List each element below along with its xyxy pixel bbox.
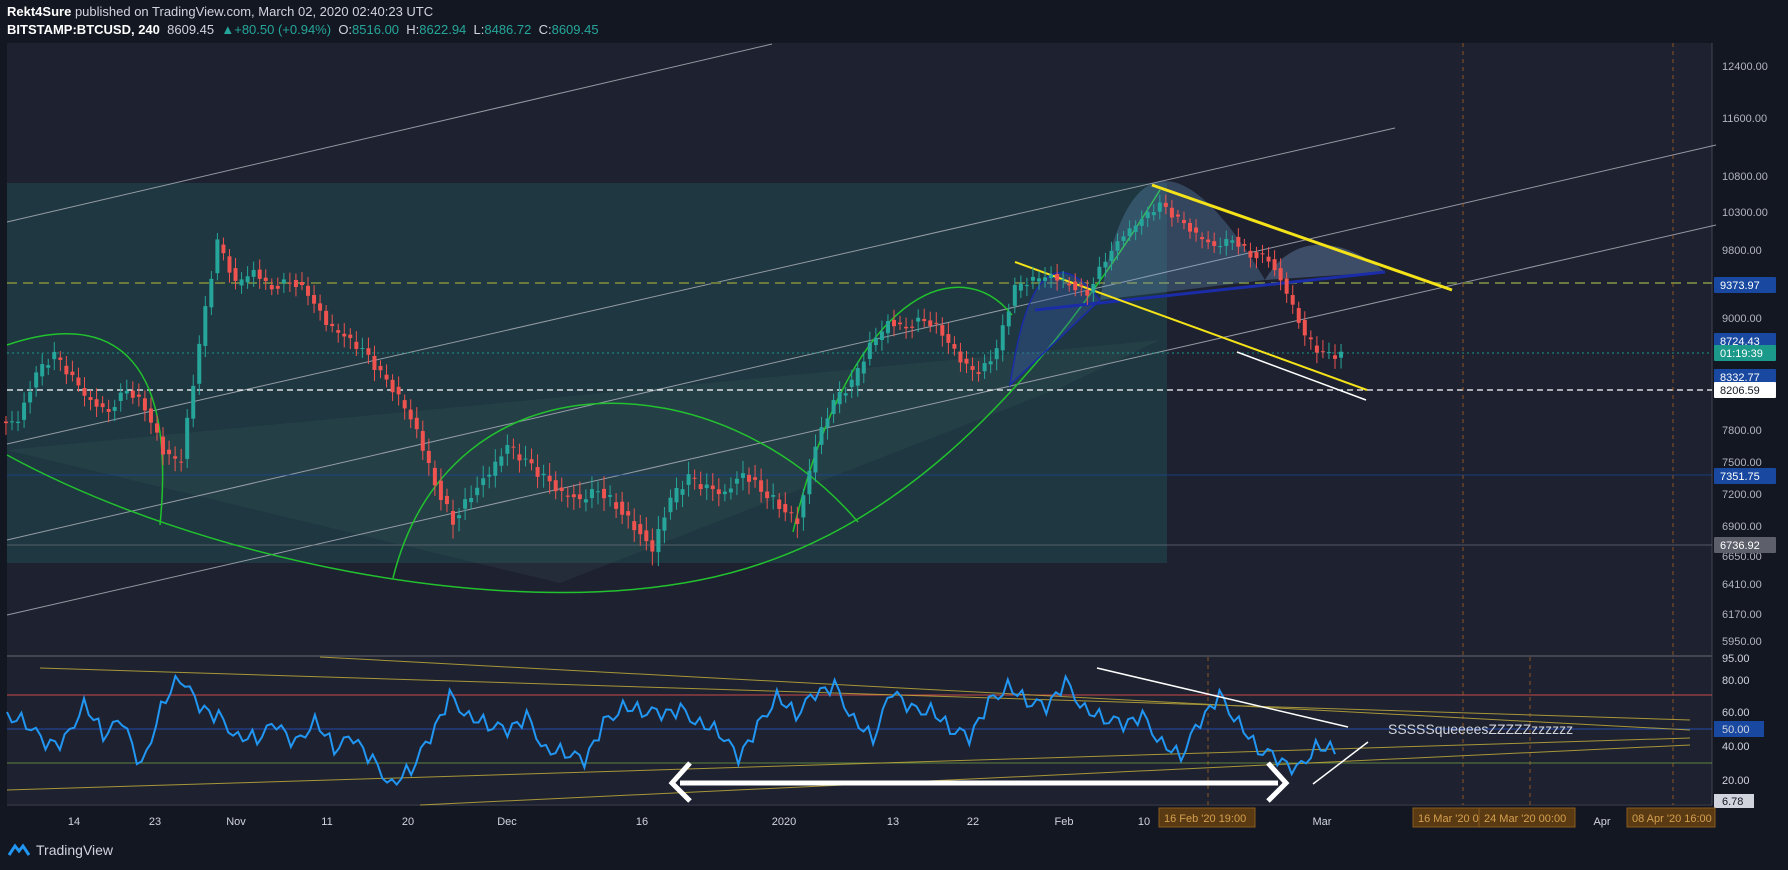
time-badge-text: 08 Apr '20 16:00 [1632, 813, 1712, 825]
price-tick-label: 7500.00 [1722, 457, 1762, 469]
price-tick-label: 11600.00 [1722, 113, 1767, 125]
price-axis[interactable]: 12400.00 11600.00 10800.00 10300.00 9800.00 9… [1714, 61, 1776, 648]
price-label-blue: 9373.97 [1714, 277, 1776, 293]
time-badges: 16 Feb '20 19:00 16 Mar '20 00:0024 Mar '… [1158, 807, 1716, 828]
time-tick-label: 22 [967, 816, 979, 828]
time-badge: 16 Feb '20 19:00 [1158, 807, 1256, 828]
time-badge-text: 24 Mar '20 00:00 [1484, 813, 1566, 825]
time-tick-label: 16 [636, 816, 648, 828]
price-label-text: 6736.92 [1720, 540, 1760, 552]
time-tick-label: 20 [402, 816, 414, 828]
rsi-tick-label: 6.78 [1722, 796, 1743, 808]
price-label-text: 01:19:39 [1720, 348, 1763, 360]
price-label-white: 8206.59 [1714, 382, 1776, 398]
price-label-blue: 7351.75 [1714, 468, 1776, 484]
rsi-tick-label: 95.00 [1722, 653, 1750, 665]
time-tick-label: 10 [1138, 816, 1150, 828]
price-tick-label: 10800.00 [1722, 171, 1768, 183]
time-tick-label: Apr [1593, 816, 1610, 828]
brand-name: TradingView [36, 842, 114, 858]
price-label-gray: 6736.92 [1714, 537, 1776, 553]
time-tick-label: 2020 [772, 816, 796, 828]
time-tick-label: Nov [226, 816, 246, 828]
rsi-tick-label: 50.00 [1722, 724, 1750, 736]
rsi-tick-label: 20.00 [1722, 775, 1750, 787]
time-tick-label: Dec [497, 816, 517, 828]
chart-canvas[interactable]: SSSSSqueeeesZZZZZzzzzzz 12400.00 11600.00… [0, 0, 1788, 870]
time-axis[interactable]: 1423Nov1120Dec1620201322Feb1019Mar16Apr [68, 816, 1611, 828]
time-tick-label: 11 [321, 816, 332, 828]
tradingview-logo-icon [8, 843, 30, 856]
squeeze-annotation: SSSSSqueeeesZZZZZzzzzzz [1388, 721, 1573, 737]
time-badge-text: 16 Feb '20 19:00 [1164, 813, 1246, 825]
price-tick-label: 6900.00 [1722, 521, 1762, 533]
time-tick-label: 13 [887, 816, 899, 828]
price-label-teal: 01:19:39 [1714, 345, 1776, 361]
price-tick-label: 6410.00 [1722, 579, 1762, 591]
price-tick-label: 7800.00 [1722, 425, 1762, 437]
rsi-tick-label: 40.00 [1722, 741, 1750, 753]
rsi-tick-label: 60.00 [1722, 707, 1750, 719]
time-tick-label: Feb [1055, 816, 1074, 828]
price-tick-label: 12400.00 [1722, 61, 1768, 73]
price-tick-label: 9000.00 [1722, 313, 1762, 325]
price-tick-label: 6170.00 [1722, 609, 1762, 621]
price-label-text: 8206.59 [1720, 385, 1760, 397]
price-label-text: 7351.75 [1720, 471, 1760, 483]
price-tick-label: 9800.00 [1722, 245, 1762, 257]
footer-brand[interactable]: TradingView [8, 842, 113, 858]
price-label-text: 9373.97 [1720, 280, 1760, 292]
time-tick-label: 14 [68, 816, 80, 828]
price-tick-label: 10300.00 [1722, 207, 1768, 219]
price-tick-label: 5950.00 [1722, 636, 1762, 648]
time-tick-label: Mar [1313, 816, 1332, 828]
rsi-tick-label: 80.00 [1722, 675, 1750, 687]
time-tick-label: 23 [149, 816, 161, 828]
time-badge: 24 Mar '20 00:00 [1478, 807, 1576, 828]
rsi-axis[interactable]: 95.00 80.00 60.00 50.00 40.00 20.00 6.78 [1714, 653, 1764, 808]
price-tick-label: 7200.00 [1722, 489, 1762, 501]
time-badge: 08 Apr '20 16:00 [1626, 807, 1716, 828]
